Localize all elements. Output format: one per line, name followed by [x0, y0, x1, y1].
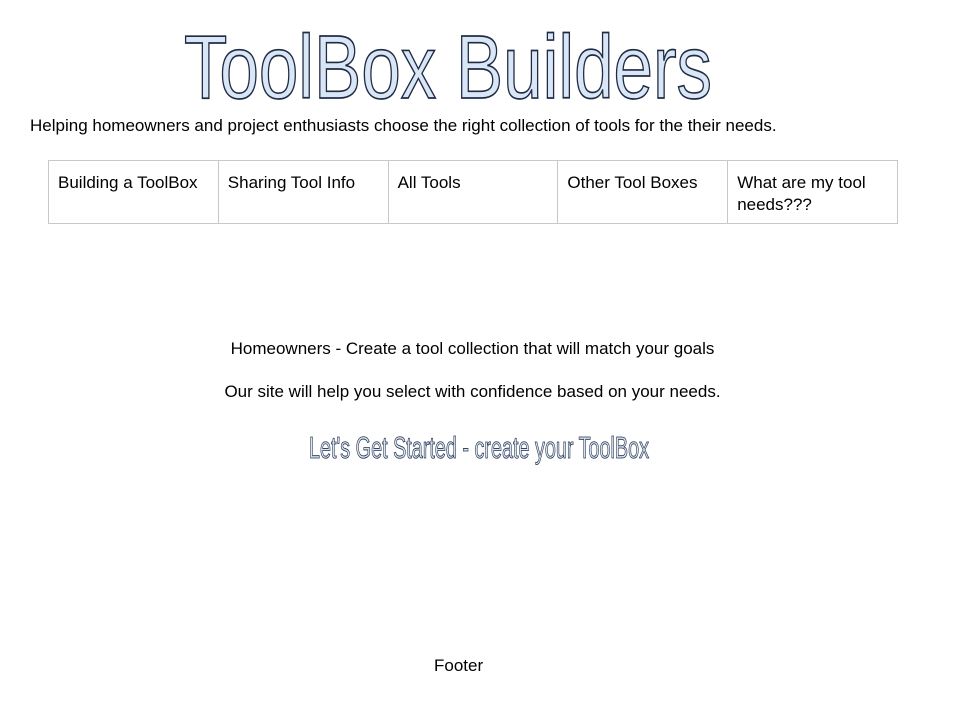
- intro-subtext: Our site will help you select with confi…: [224, 382, 721, 401]
- site-logo-text: ToolBox Builders: [184, 18, 712, 104]
- intro-heading: Homeowners - Create a tool collection th…: [230, 339, 715, 358]
- get-started-wordart: Let's Get Started - create your ToolBox: [309, 429, 650, 465]
- nav-item-building-a-toolbox[interactable]: Building a ToolBox: [48, 160, 219, 224]
- site-logo-wordart: ToolBox Builders: [183, 17, 712, 104]
- nav-item-other-tool-boxes[interactable]: Other Tool Boxes: [557, 160, 729, 224]
- nav-row: Building a ToolBox Sharing Tool Info All…: [48, 160, 898, 224]
- nav-item-all-tools[interactable]: All Tools: [387, 160, 559, 224]
- nav-item-sharing-tool-info[interactable]: Sharing Tool Info: [217, 160, 389, 224]
- main-navigation: Building a ToolBox Sharing Tool Info All…: [48, 160, 898, 224]
- site-tagline: Helping homeowners and project enthusias…: [30, 116, 777, 135]
- get-started-text[interactable]: Let's Get Started - create your ToolBox: [309, 429, 650, 465]
- get-started-link[interactable]: Let's Get Started - create your ToolBox: [306, 426, 652, 466]
- nav-item-tool-needs[interactable]: What are my tool needs???: [727, 160, 898, 224]
- page-footer: Footer: [434, 656, 484, 675]
- site-logo: ToolBox Builders: [180, 6, 716, 104]
